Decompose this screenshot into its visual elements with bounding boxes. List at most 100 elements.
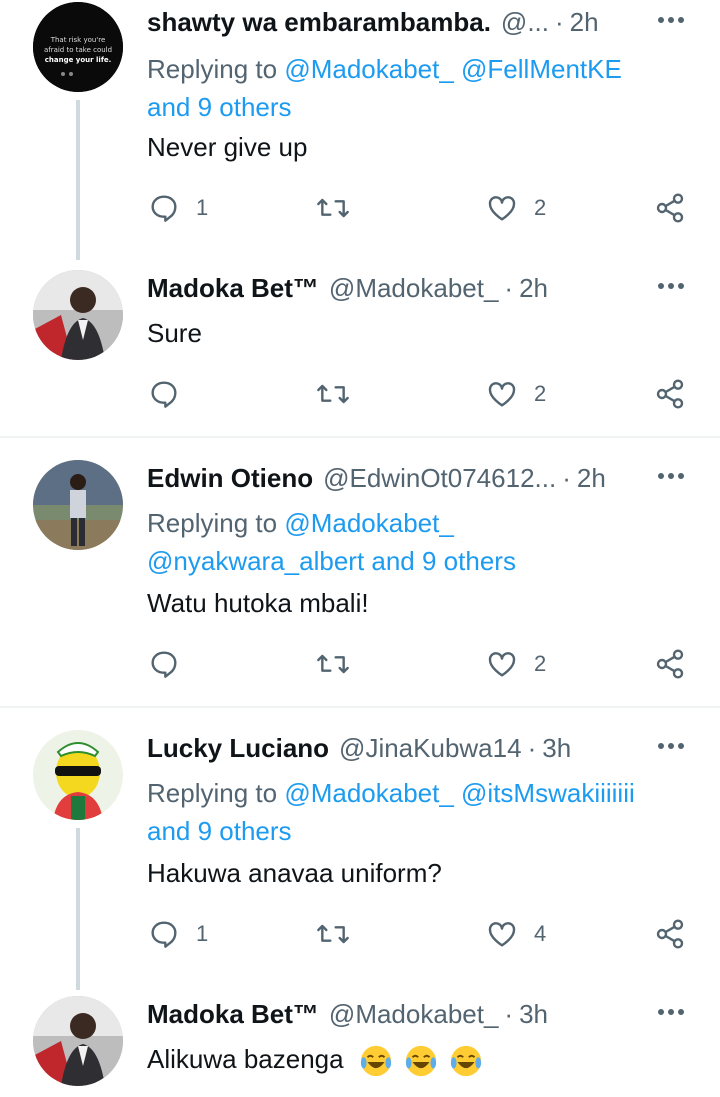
- like-count: 2: [534, 381, 547, 406]
- tweet[interactable]: Madoka Bet™ @Madokabet_ · 2h Sure 2: [0, 270, 720, 436]
- timestamp[interactable]: 2h: [519, 273, 548, 304]
- mention-link[interactable]: and 9 others: [147, 812, 680, 850]
- reply-icon: [151, 651, 177, 678]
- timestamp[interactable]: 3h: [519, 999, 548, 1030]
- retweet-button[interactable]: [315, 644, 367, 684]
- tweet[interactable]: Madoka Bet™ @Madokabet_ · 3h Alikuwa baz…: [0, 996, 720, 1097]
- reply-button[interactable]: [148, 374, 196, 414]
- heart-icon: [488, 652, 516, 677]
- reply-icon: [151, 381, 177, 408]
- display-name[interactable]: shawty wa embarambamba.: [147, 7, 491, 38]
- replying-to: Replying to @Madokabet_ @FellMentKE and …: [147, 50, 680, 126]
- thread-line: [76, 100, 80, 260]
- mention-link[interactable]: @Madokabet_ @FellMentKE: [284, 54, 622, 84]
- tweet-header: Madoka Bet™ @Madokabet_ · 3h: [147, 992, 640, 1036]
- share-button[interactable]: [654, 188, 686, 228]
- tears-of-joy-icon: [451, 1046, 482, 1077]
- separator: ·: [504, 272, 514, 303]
- heart-icon: [488, 196, 516, 221]
- handle[interactable]: @Madokabet_: [329, 999, 499, 1030]
- reply-count: 1: [196, 195, 209, 220]
- tweet[interactable]: Lucky Luciano @JinaKubwa14 · 3h Replying…: [0, 730, 720, 990]
- retweet-icon: [317, 654, 349, 674]
- share-button[interactable]: [654, 914, 686, 954]
- like-count: 4: [534, 921, 547, 946]
- retweet-icon: [317, 198, 349, 218]
- display-name[interactable]: Edwin Otieno: [147, 463, 313, 494]
- tweet-text: Alikuwa bazenga: [147, 1044, 344, 1074]
- display-name[interactable]: Madoka Bet™: [147, 999, 319, 1030]
- tweet[interactable]: Edwin Otieno @EdwinOt074612... · 2h Repl…: [0, 460, 720, 705]
- timestamp[interactable]: 3h: [542, 733, 571, 764]
- emoji-group: [355, 1044, 483, 1077]
- like-count: 2: [534, 651, 547, 676]
- mention-link[interactable]: and 9 others: [147, 88, 680, 126]
- retweet-button[interactable]: [315, 914, 367, 954]
- separator: ·: [562, 462, 571, 493]
- tweet-header: shawty wa embarambamba. @... · 2h: [147, 0, 640, 44]
- reply-button[interactable]: [148, 644, 196, 684]
- replying-to: Replying to @Madokabet_ @nyakwara_albert…: [147, 504, 680, 580]
- tweet[interactable]: That risk you're afraid to take could ch…: [0, 0, 720, 260]
- like-button[interactable]: 2: [486, 644, 546, 684]
- share-icon: [656, 379, 684, 409]
- avatar[interactable]: That risk you're afraid to take could ch…: [33, 2, 123, 92]
- replying-prefix: Replying to: [147, 54, 278, 84]
- avatar-caption-3: change your life.: [45, 56, 112, 64]
- tweet-header: Madoka Bet™ @Madokabet_ · 2h: [147, 266, 640, 310]
- reply-icon: [151, 195, 177, 222]
- avatar-caption-2: afraid to take could: [44, 46, 112, 54]
- mention-link[interactable]: @nyakwara_albert and 9 others: [147, 542, 680, 580]
- like-button[interactable]: 2: [486, 374, 546, 414]
- timestamp[interactable]: 2h: [570, 7, 599, 38]
- replying-prefix: Replying to: [147, 778, 278, 808]
- reply-button[interactable]: 1: [148, 188, 208, 228]
- action-bar: 2: [0, 374, 720, 414]
- display-name[interactable]: Lucky Luciano: [147, 733, 329, 764]
- reply-button[interactable]: 1: [148, 914, 208, 954]
- retweet-button[interactable]: [315, 374, 367, 414]
- reply-count: 1: [196, 921, 209, 946]
- tweet-text: Sure: [147, 318, 202, 348]
- share-icon: [656, 193, 684, 223]
- tears-of-joy-icon: [405, 1046, 437, 1077]
- replying-to: Replying to @Madokabet_ @itsMswakiiiiiii…: [147, 774, 680, 850]
- avatar[interactable]: [33, 996, 123, 1086]
- retweet-icon: [317, 384, 349, 404]
- action-bar: 2: [0, 644, 720, 684]
- retweet-button[interactable]: [315, 188, 367, 228]
- handle[interactable]: @EdwinOt074612...: [323, 463, 556, 494]
- handle[interactable]: @...: [501, 7, 549, 38]
- replying-prefix: Replying to: [147, 508, 278, 538]
- more-icon[interactable]: [656, 274, 686, 303]
- more-icon[interactable]: [656, 1000, 686, 1029]
- share-button[interactable]: [654, 374, 686, 414]
- mention-link[interactable]: @Madokabet_: [284, 508, 454, 538]
- avatar[interactable]: [33, 460, 123, 550]
- tweet-text: Hakuwa anavaa uniform?: [147, 858, 442, 888]
- heart-icon: [488, 922, 516, 947]
- separator: ·: [555, 6, 564, 37]
- tweet-text: Watu hutoka mbali!: [147, 588, 369, 618]
- thread-line: [76, 828, 80, 990]
- avatar[interactable]: [33, 730, 123, 820]
- display-name[interactable]: Madoka Bet™: [147, 273, 319, 304]
- like-button[interactable]: 4: [486, 914, 546, 954]
- share-icon: [656, 919, 684, 949]
- handle[interactable]: @JinaKubwa14: [339, 733, 522, 764]
- avatar[interactable]: [33, 270, 123, 360]
- more-icon[interactable]: [656, 464, 686, 493]
- divider: [0, 436, 720, 438]
- timestamp[interactable]: 2h: [577, 463, 606, 494]
- like-count: 2: [534, 195, 547, 220]
- more-icon[interactable]: [656, 8, 686, 37]
- like-button[interactable]: 2: [486, 188, 546, 228]
- share-button[interactable]: [654, 644, 686, 684]
- mention-link[interactable]: @Madokabet_ @itsMswakiiiiiii: [284, 778, 634, 808]
- divider: [0, 706, 720, 708]
- share-icon: [656, 649, 684, 679]
- handle[interactable]: @Madokabet_: [329, 273, 499, 304]
- action-bar: 1 4: [0, 914, 720, 954]
- more-icon[interactable]: [656, 734, 686, 763]
- separator: ·: [527, 732, 537, 763]
